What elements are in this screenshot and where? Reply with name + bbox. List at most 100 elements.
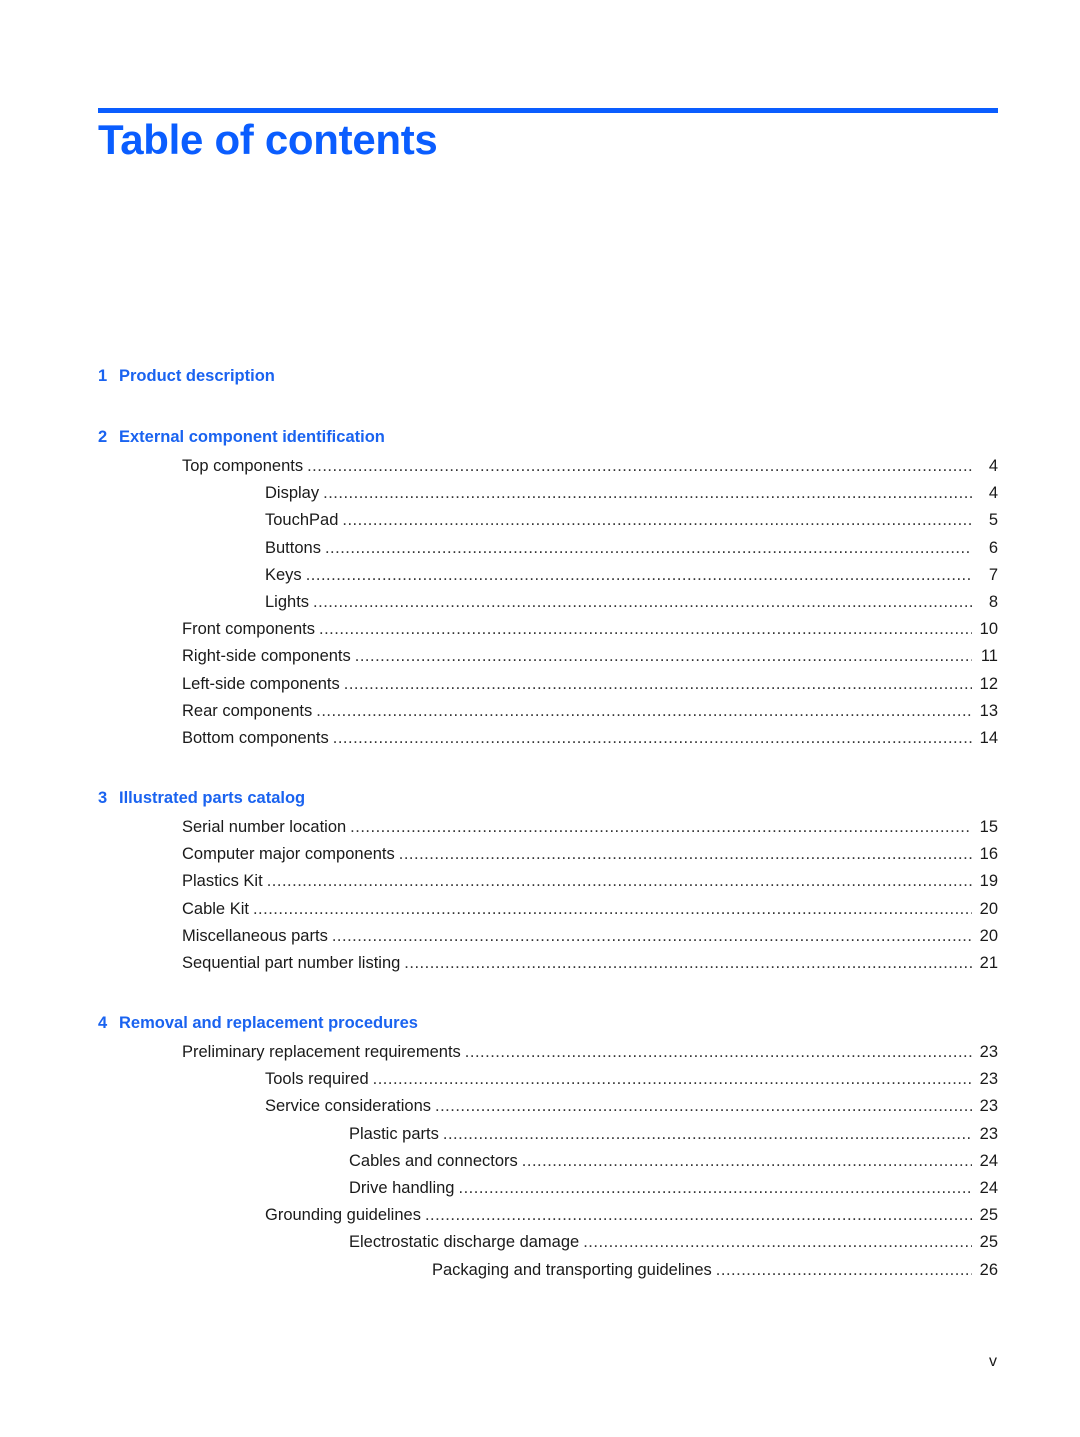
toc-entry[interactable]: Computer major components 16	[182, 845, 998, 867]
dot-leader	[465, 1043, 972, 1062]
dot-leader	[306, 566, 972, 585]
chapter-title: Product description	[119, 367, 275, 385]
toc-entry[interactable]: Right-side components 11	[182, 647, 998, 669]
toc-entry[interactable]: Buttons 6	[265, 538, 998, 561]
toc-entry-page: 15	[979, 818, 998, 836]
toc-entry-label: Grounding guidelines	[265, 1206, 425, 1226]
toc-entry-label: Keys	[265, 565, 306, 585]
chapter-number: 4	[98, 1014, 108, 1032]
toc-entry-page: 20	[979, 926, 998, 945]
chapter-number: 3	[98, 789, 108, 807]
toc-entry[interactable]: Front components 10	[182, 620, 998, 642]
toc-entry[interactable]: Plastics Kit 19	[182, 872, 998, 894]
toc-entry-label: Cables and connectors	[349, 1151, 522, 1171]
toc-entry[interactable]: Miscellaneous parts 20	[182, 926, 998, 949]
dot-leader	[443, 1125, 972, 1144]
toc-entry-page: 6	[988, 538, 998, 557]
toc-entry[interactable]: Sequential part number listing 21	[182, 954, 998, 976]
chapter-heading[interactable]: 2 External component identification	[98, 428, 385, 447]
toc-entry-label: Display	[265, 484, 324, 504]
toc-entry-label: Lights	[265, 593, 314, 612]
toc-entry[interactable]: Drive handling 24	[349, 1179, 998, 1201]
dot-leader	[323, 484, 972, 503]
toc-entry-label: Buttons	[265, 538, 325, 558]
dot-leader	[425, 1206, 972, 1225]
dot-leader	[522, 1152, 972, 1171]
toc-entry[interactable]: Service considerations 23	[265, 1097, 998, 1119]
chapter-number: 1	[98, 367, 108, 385]
toc-entry[interactable]: Electrostatic discharge damage 25	[349, 1233, 998, 1255]
page-number: v	[989, 1353, 997, 1370]
chapter-heading[interactable]: 1 Product description	[98, 367, 275, 386]
dot-leader	[333, 729, 972, 748]
chapter-heading[interactable]: 4 Removal and replacement procedures	[98, 1014, 418, 1033]
chapter-title: Illustrated parts catalog	[119, 789, 306, 807]
toc-entry[interactable]: TouchPad 5	[265, 511, 998, 533]
toc-entry-label: Plastic parts	[349, 1124, 443, 1144]
toc-entry[interactable]: Left-side components 12	[182, 674, 998, 697]
toc-entry-label: Front components	[182, 620, 319, 640]
toc-entry[interactable]: Cables and connectors 24	[349, 1151, 998, 1174]
dot-leader	[399, 845, 972, 864]
toc-entry-label: Electrostatic discharge damage	[349, 1233, 584, 1253]
dot-leader	[350, 818, 972, 837]
dot-leader	[332, 927, 972, 946]
chapter-heading[interactable]: 3 Illustrated parts catalog	[98, 789, 305, 808]
dot-leader	[458, 1179, 972, 1198]
toc-entry-page: 10	[979, 620, 998, 639]
toc-entry[interactable]: Display 4	[265, 484, 998, 506]
toc-entry[interactable]: Bottom components 14	[182, 729, 998, 751]
toc-entry-page: 23	[979, 1070, 998, 1089]
toc-entry-label: TouchPad	[265, 511, 343, 531]
page-title: Table of contents	[98, 116, 438, 163]
toc-entry-label: Cable Kit	[182, 899, 253, 919]
dot-leader	[583, 1233, 972, 1252]
toc-entry[interactable]: Serial number location 15	[182, 818, 998, 840]
dot-leader	[404, 954, 972, 973]
dot-leader	[435, 1097, 972, 1116]
toc-entry-page: 21	[979, 954, 998, 972]
toc-entry-page: 7	[988, 565, 998, 584]
toc-entry-page: 19	[979, 872, 998, 891]
toc-entry-label: Computer major components	[182, 845, 399, 865]
toc-entry[interactable]: Top components 4	[182, 457, 998, 479]
dot-leader	[325, 539, 972, 558]
toc-entry-page: 24	[979, 1179, 998, 1197]
dot-leader	[355, 647, 972, 666]
toc-entry-page: 24	[979, 1151, 998, 1170]
toc-entry[interactable]: Packaging and transporting guidelines 26	[432, 1260, 998, 1283]
toc-entry-page: 16	[979, 845, 998, 864]
toc-entry[interactable]: Lights 8	[265, 593, 998, 615]
toc-entry-label: Serial number location	[182, 818, 351, 837]
dot-leader	[344, 675, 972, 694]
toc-entry-label: Drive handling	[349, 1179, 459, 1198]
toc-entry-page: 25	[979, 1233, 998, 1252]
toc-entry[interactable]: Cable Kit 20	[182, 899, 998, 922]
dot-leader	[253, 900, 972, 919]
toc-entry-page: 14	[979, 729, 998, 747]
toc-entry[interactable]: Plastic parts 23	[349, 1124, 998, 1147]
toc-entry[interactable]: Keys 7	[265, 565, 998, 588]
toc-entry[interactable]: Tools required 23	[265, 1070, 998, 1092]
toc-entry-label: Top components	[182, 457, 308, 476]
toc-entry-label: Service considerations	[265, 1097, 435, 1117]
toc-entry[interactable]: Grounding guidelines 25	[265, 1206, 998, 1228]
dot-leader	[307, 457, 972, 476]
toc-entry-page: 23	[979, 1124, 998, 1143]
toc-entry-label: Packaging and transporting guidelines	[432, 1260, 716, 1280]
toc-entry-page: 23	[979, 1097, 998, 1116]
dot-leader	[313, 593, 972, 612]
toc-entry-page: 5	[988, 511, 998, 530]
toc-entry-label: Preliminary replacement requirements	[182, 1043, 465, 1062]
toc-entry-label: Left-side components	[182, 674, 344, 694]
toc-entry[interactable]: Preliminary replacement requirements 23	[182, 1043, 998, 1065]
toc-entry-page: 20	[979, 899, 998, 918]
toc-entry-page: 12	[979, 674, 998, 693]
toc-entry-page: 11	[980, 647, 998, 666]
toc-entry-page: 26	[979, 1260, 998, 1279]
toc-entry-label: Sequential part number listing	[182, 954, 405, 973]
toc-entry-page: 8	[988, 593, 998, 611]
toc-entry-label: Right-side components	[182, 647, 355, 667]
toc-entry-page: 23	[979, 1043, 998, 1061]
toc-entry[interactable]: Rear components 13	[182, 701, 998, 724]
